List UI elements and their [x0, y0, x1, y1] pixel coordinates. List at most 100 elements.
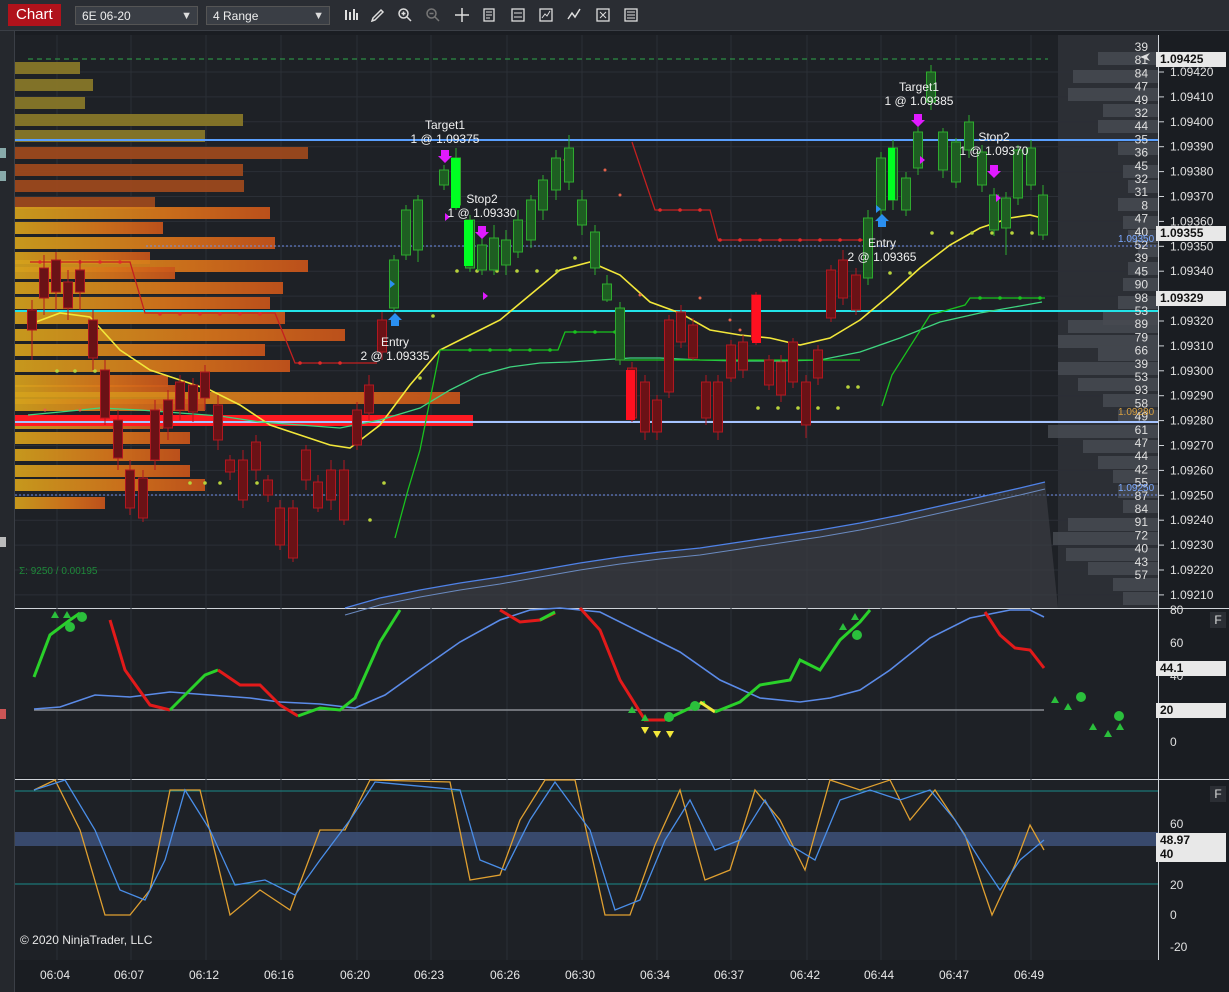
volume-count-label: 53	[1135, 304, 1149, 318]
volume-count-label: 90	[1135, 278, 1149, 292]
volume-count-label: 45	[1135, 264, 1149, 278]
signal-dot	[990, 231, 994, 235]
bullish-candle	[551, 157, 561, 191]
bullish-candle	[401, 209, 411, 256]
signal-dot	[728, 318, 732, 322]
bearish-candle	[352, 409, 362, 446]
bullish-candle	[602, 283, 612, 301]
trailing-dot	[488, 348, 492, 352]
instrument-selector[interactable]: 6E 06-20 ▼	[75, 6, 198, 25]
point-of-control-bar	[15, 415, 473, 426]
signal-dot	[638, 293, 642, 297]
bar-type-selector[interactable]: 4 Range ▼	[206, 6, 330, 25]
bearish-candle	[27, 309, 37, 331]
annotation-title: Target1	[898, 80, 940, 94]
trailing-dot	[738, 238, 742, 242]
volume-count-label: 32	[1135, 106, 1149, 120]
templates-icon[interactable]	[595, 7, 611, 23]
signal-dot	[93, 369, 97, 373]
bearish-candle	[175, 381, 185, 411]
volume-profile-bar	[15, 344, 265, 356]
volume-count-label: 47	[1135, 212, 1149, 226]
volume-ladder-bar	[1103, 394, 1158, 407]
bearish-candle	[188, 384, 198, 413]
chart-toolbar: Chart 6E 06-20 ▼ 4 Range ▼	[0, 0, 1229, 31]
chart-canvas[interactable]: 1.09420 1.09410 1.09400 1.09390 1.09380 1.093…	[0, 30, 1229, 992]
bearish-candle	[75, 269, 85, 293]
trade-annotation-target1: Target1 1 @ 1.09375	[407, 118, 483, 146]
price-tick-label: 1.09410	[1170, 90, 1214, 104]
signal-dot	[73, 369, 77, 373]
annotation-detail: 1 @ 1.09375	[410, 132, 480, 146]
volume-profile-bar	[15, 497, 105, 509]
range-sigma-label: Σ: 9250 / 0.00195	[19, 566, 98, 577]
trailing-dot	[818, 238, 822, 242]
chart-tab[interactable]: Chart	[8, 4, 61, 26]
trailing-dot	[548, 348, 552, 352]
properties-icon[interactable]	[510, 7, 526, 23]
volume-count-label: 98	[1135, 291, 1149, 305]
price-tick-label: 1.09210	[1170, 588, 1214, 602]
volume-ladder-bar	[1098, 120, 1158, 133]
volume-count-label: 84	[1135, 66, 1149, 80]
bar-style-icon[interactable]	[343, 7, 359, 23]
trailing-dot	[678, 208, 682, 212]
volume-count-label: 39	[1135, 357, 1149, 371]
price-tick-label: 1.09420	[1170, 65, 1214, 79]
annotation-detail: 1 @ 1.09385	[884, 94, 954, 108]
oscillator-2-tick-label: 0	[1170, 908, 1177, 922]
trailing-dot	[98, 260, 102, 264]
annotation-detail: 2 @ 1.09335	[360, 349, 430, 363]
signal-dot	[1010, 231, 1014, 235]
bearish-candle	[339, 469, 349, 521]
trailing-dot	[778, 238, 782, 242]
bearish-candle	[238, 459, 248, 501]
price-tick-label: 1.09250	[1170, 488, 1214, 502]
crosshair-icon[interactable]	[454, 7, 470, 23]
indicators-icon[interactable]	[538, 7, 554, 23]
time-axis-label: 06:20	[340, 968, 371, 982]
signal-dot	[698, 296, 702, 300]
data-box-icon[interactable]	[482, 7, 498, 23]
bullish-candle	[564, 147, 574, 183]
bearish-candle	[652, 399, 662, 433]
signal-dot	[1030, 231, 1034, 235]
oscillator-1-flag[interactable]: F	[1210, 612, 1226, 628]
bullish-candle	[439, 169, 449, 186]
share-icon[interactable]	[623, 7, 639, 23]
annotation-title: Target1	[424, 118, 466, 132]
trailing-dot	[508, 348, 512, 352]
oscillator-2-flag[interactable]: F	[1210, 786, 1226, 802]
time-axis-label: 06:23	[414, 968, 445, 982]
signal-dot	[515, 269, 519, 273]
volume-count-label: 61	[1135, 423, 1149, 437]
bullish-candle	[501, 239, 511, 266]
oscillator-dot	[852, 630, 862, 640]
bullish-candle	[938, 131, 948, 171]
bullish-candle	[489, 237, 499, 271]
bar-type-value: 4 Range	[213, 9, 259, 23]
signal-dot	[970, 231, 974, 235]
zoom-in-icon[interactable]	[397, 7, 413, 23]
volume-count-label: 72	[1135, 528, 1149, 542]
trailing-dot	[118, 260, 122, 264]
trade-annotation-entry: Entry 2 @ 1.09335	[356, 335, 434, 363]
signal-dot	[930, 231, 934, 235]
bearish-candle	[51, 259, 61, 293]
zoom-out-icon[interactable]	[425, 7, 441, 23]
time-axis-label: 06:26	[490, 968, 521, 982]
time-axis-label: 06:44	[864, 968, 895, 982]
bullish-candle	[526, 199, 536, 241]
signal-dot	[908, 271, 912, 275]
volume-count-label: 89	[1135, 317, 1149, 331]
bearish-candle	[764, 359, 774, 386]
bearish-candle	[738, 341, 748, 371]
highlighted-candle	[464, 220, 473, 266]
strategies-icon[interactable]	[566, 7, 582, 23]
oscillator-1-tick-label: 80	[1170, 603, 1184, 617]
oscillator-1-level-tag: 20	[1156, 703, 1226, 718]
trailing-dot	[978, 296, 982, 300]
volume-count-label: 36	[1135, 146, 1149, 160]
draw-tool-icon[interactable]	[370, 7, 386, 23]
bearish-candle	[200, 371, 210, 399]
